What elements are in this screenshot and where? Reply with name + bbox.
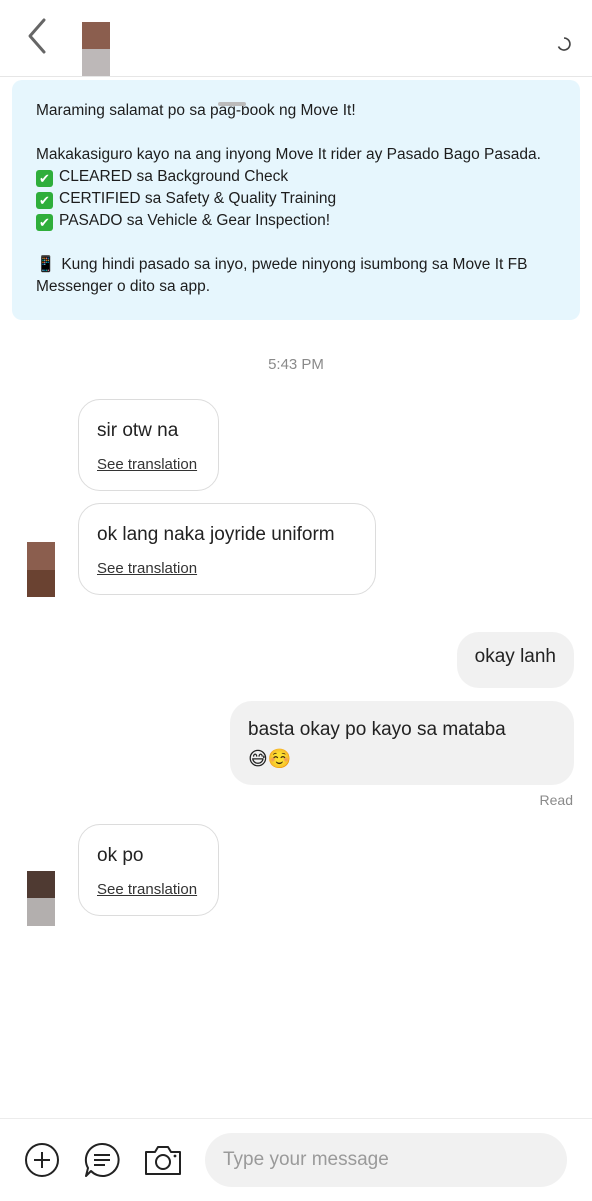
checkmark-icon: ✔ bbox=[36, 192, 53, 209]
chevron-left-icon bbox=[28, 18, 46, 54]
read-receipt: Read bbox=[539, 792, 573, 808]
see-translation-link[interactable]: See translation bbox=[97, 881, 200, 898]
check-item: ✔ PASADO sa Vehicle & Gear Inspection! bbox=[36, 210, 556, 232]
incoming-message-bubble[interactable]: ok lang naka joyride uniform See transla… bbox=[78, 503, 376, 595]
chat-lines-icon bbox=[84, 1142, 120, 1177]
report-text-cont: Messenger o dito sa app. bbox=[36, 278, 211, 295]
emoji-text: 😅☺️ bbox=[248, 749, 292, 770]
incoming-message-bubble[interactable]: ok po See translation bbox=[78, 824, 219, 916]
scroll-indicator bbox=[218, 102, 246, 106]
message-input[interactable] bbox=[205, 1133, 543, 1187]
camera-button[interactable] bbox=[143, 1141, 183, 1179]
sender-avatar[interactable] bbox=[27, 542, 55, 597]
message-timestamp: 5:43 PM bbox=[268, 356, 324, 373]
thank-you-text: Maraming salamat po sa pag-book ng Move … bbox=[36, 102, 356, 119]
add-attachment-button[interactable] bbox=[23, 1141, 61, 1179]
contact-avatar[interactable] bbox=[82, 22, 110, 76]
loading-spinner-icon bbox=[556, 36, 572, 52]
message-text: basta okay po kayo sa mataba bbox=[248, 719, 506, 740]
message-composer bbox=[0, 1118, 592, 1201]
see-translation-link[interactable]: See translation bbox=[97, 560, 357, 577]
message-text: sir otw na bbox=[97, 420, 179, 441]
report-text: 📱 Kung hindi pasado sa inyo, pwede ninyon… bbox=[36, 254, 556, 276]
message-text: ok lang naka joyride uniform bbox=[97, 524, 335, 545]
checkmark-icon: ✔ bbox=[36, 170, 53, 187]
outgoing-message-bubble[interactable]: basta okay po kayo sa mataba 😅☺️ bbox=[230, 701, 574, 785]
outgoing-message-bubble[interactable]: okay lanh bbox=[456, 632, 574, 688]
incoming-message-bubble[interactable]: sir otw na See translation bbox=[78, 399, 219, 491]
sender-avatar[interactable] bbox=[27, 871, 55, 926]
quick-reply-button[interactable] bbox=[83, 1141, 121, 1179]
system-info-card: Maraming salamat po sa pag-book ng Move … bbox=[12, 80, 580, 320]
check-item: ✔ CLEARED sa Background Check bbox=[36, 166, 556, 188]
back-button[interactable] bbox=[22, 16, 52, 56]
message-input-wrapper bbox=[205, 1133, 567, 1187]
assurance-text: Makakasiguro kayo na ang inyong Move It … bbox=[36, 146, 541, 163]
checkmark-icon: ✔ bbox=[36, 214, 53, 231]
phone-icon: 📱 bbox=[36, 256, 56, 273]
chat-header bbox=[0, 0, 592, 77]
plus-circle-icon bbox=[25, 1143, 59, 1177]
check-item: ✔ CERTIFIED sa Safety & Quality Training bbox=[36, 188, 556, 210]
message-text: ok po bbox=[97, 845, 144, 866]
see-translation-link[interactable]: See translation bbox=[97, 456, 200, 473]
message-text: okay lanh bbox=[474, 646, 556, 667]
camera-icon bbox=[145, 1146, 181, 1175]
